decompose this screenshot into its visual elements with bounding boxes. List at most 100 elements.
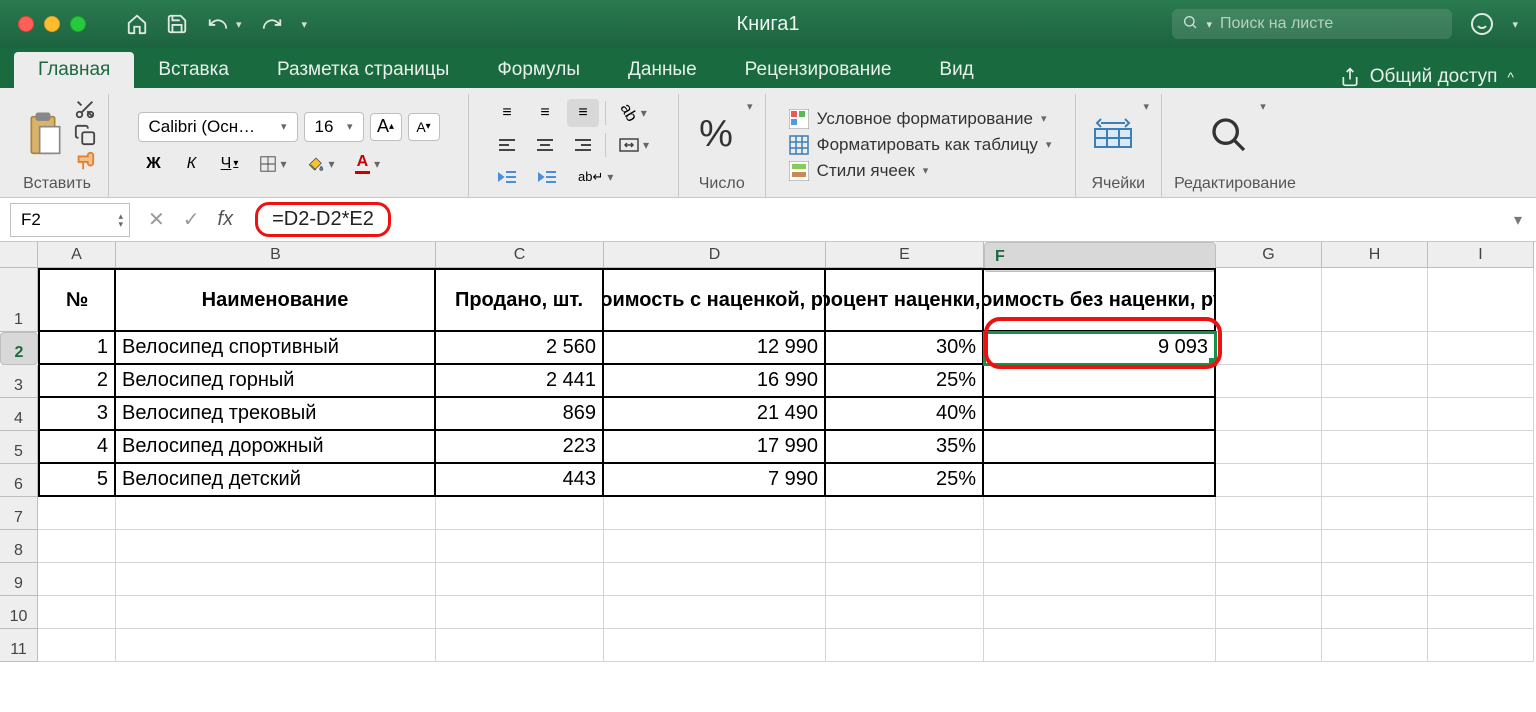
- bold-button[interactable]: Ж: [138, 150, 170, 178]
- fx-icon[interactable]: fx: [218, 208, 234, 231]
- cell[interactable]: [826, 563, 984, 596]
- cell[interactable]: [1216, 629, 1322, 662]
- share-button[interactable]: Общий доступ ^: [1340, 66, 1514, 88]
- cell[interactable]: [984, 464, 1216, 497]
- search-box[interactable]: ▾: [1172, 9, 1452, 39]
- cells-dropdown-icon[interactable]: ▾: [1144, 100, 1150, 113]
- percent-icon[interactable]: %: [691, 105, 741, 165]
- cell[interactable]: [1216, 464, 1322, 497]
- user-smiley-icon[interactable]: [1470, 12, 1494, 36]
- cell[interactable]: [116, 497, 436, 530]
- zoom-icon[interactable]: [70, 16, 86, 32]
- table-header[interactable]: Наименование: [116, 268, 436, 332]
- expand-formula-bar-icon[interactable]: ▾: [1514, 210, 1522, 230]
- cell[interactable]: [604, 596, 826, 629]
- borders-button[interactable]: [252, 150, 294, 178]
- cell[interactable]: 40%: [826, 398, 984, 431]
- cell[interactable]: [38, 497, 116, 530]
- wrap-text-icon[interactable]: ab↵: [571, 163, 620, 191]
- cell[interactable]: [1428, 268, 1534, 332]
- close-icon[interactable]: [18, 16, 34, 32]
- merge-cells-icon[interactable]: [612, 131, 656, 159]
- cell[interactable]: 25%: [826, 365, 984, 398]
- cell[interactable]: 443: [436, 464, 604, 497]
- tab-insert[interactable]: Вставка: [134, 52, 253, 88]
- cell[interactable]: [38, 629, 116, 662]
- undo-dropdown-icon[interactable]: ▾: [236, 18, 242, 31]
- cell[interactable]: [1216, 365, 1322, 398]
- decrease-font-button[interactable]: A▾: [408, 113, 440, 141]
- table-header[interactable]: Процент наценки, %: [826, 268, 984, 332]
- decrease-indent-icon[interactable]: [491, 163, 525, 191]
- row-header[interactable]: 10: [0, 596, 38, 629]
- save-icon[interactable]: [166, 13, 188, 35]
- table-header[interactable]: Стоимость без наценки, руб.: [984, 268, 1216, 332]
- fill-color-button[interactable]: [300, 150, 342, 178]
- qat-customize-icon[interactable]: ▾: [302, 18, 308, 31]
- fill-handle[interactable]: [1209, 358, 1216, 365]
- cells-icon[interactable]: [1088, 105, 1138, 165]
- cell[interactable]: [826, 629, 984, 662]
- cell[interactable]: [1322, 365, 1428, 398]
- row-header[interactable]: 7: [0, 497, 38, 530]
- active-cell[interactable]: 9 093: [984, 332, 1216, 365]
- align-right-icon[interactable]: [567, 131, 599, 159]
- orientation-icon[interactable]: ab: [612, 99, 654, 127]
- user-dropdown-icon[interactable]: ▾: [1512, 18, 1518, 31]
- font-name-select[interactable]: Calibri (Осн…▾: [138, 112, 298, 142]
- cell[interactable]: [1322, 464, 1428, 497]
- cell[interactable]: Велосипед дорожный: [116, 431, 436, 464]
- cell[interactable]: [1216, 497, 1322, 530]
- cell[interactable]: [1322, 563, 1428, 596]
- tab-page-layout[interactable]: Разметка страницы: [253, 52, 473, 88]
- formula-input[interactable]: =D2-D2*E2: [255, 202, 391, 237]
- cell[interactable]: 25%: [826, 464, 984, 497]
- cell[interactable]: [1428, 464, 1534, 497]
- cell[interactable]: [1322, 596, 1428, 629]
- copy-icon[interactable]: [74, 124, 96, 146]
- cell[interactable]: [826, 497, 984, 530]
- align-left-icon[interactable]: [491, 131, 523, 159]
- align-middle-icon[interactable]: ≡: [529, 99, 561, 127]
- col-header-H[interactable]: H: [1322, 242, 1428, 268]
- cell[interactable]: [1428, 431, 1534, 464]
- cell[interactable]: 869: [436, 398, 604, 431]
- name-box-stepper-icon[interactable]: ▴▾: [118, 212, 123, 228]
- cell[interactable]: [984, 497, 1216, 530]
- font-size-select[interactable]: 16▾: [304, 112, 364, 142]
- number-dropdown-icon[interactable]: ▾: [747, 100, 753, 113]
- cell[interactable]: [604, 530, 826, 563]
- cell[interactable]: 35%: [826, 431, 984, 464]
- redo-icon[interactable]: [260, 13, 284, 35]
- cell[interactable]: [826, 596, 984, 629]
- cell[interactable]: 223: [436, 431, 604, 464]
- cell[interactable]: [1216, 596, 1322, 629]
- cell[interactable]: Велосипед трековый: [116, 398, 436, 431]
- align-top-icon[interactable]: ≡: [491, 99, 523, 127]
- cell[interactable]: 2: [38, 365, 116, 398]
- undo-icon[interactable]: [206, 13, 230, 35]
- align-center-icon[interactable]: [529, 131, 561, 159]
- cell[interactable]: 2 441: [436, 365, 604, 398]
- row-header[interactable]: 1: [0, 268, 38, 332]
- cell[interactable]: 21 490: [604, 398, 826, 431]
- conditional-formatting-button[interactable]: Условное форматирование ▾: [789, 109, 1052, 129]
- cell[interactable]: [1428, 530, 1534, 563]
- find-icon[interactable]: [1204, 105, 1254, 165]
- cell[interactable]: [1322, 431, 1428, 464]
- row-header[interactable]: 11: [0, 629, 38, 662]
- row-header[interactable]: 2: [0, 332, 38, 365]
- cell[interactable]: [436, 629, 604, 662]
- col-header-G[interactable]: G: [1216, 242, 1322, 268]
- cell[interactable]: [1322, 497, 1428, 530]
- cell[interactable]: [38, 530, 116, 563]
- cell[interactable]: [116, 530, 436, 563]
- col-header-I[interactable]: I: [1428, 242, 1534, 268]
- font-color-button[interactable]: A: [348, 150, 388, 178]
- cell[interactable]: [984, 431, 1216, 464]
- cell[interactable]: [984, 398, 1216, 431]
- col-header-B[interactable]: B: [116, 242, 436, 268]
- cancel-formula-icon[interactable]: ✕: [148, 207, 165, 232]
- tab-view[interactable]: Вид: [915, 52, 997, 88]
- table-header[interactable]: Продано, шт.: [436, 268, 604, 332]
